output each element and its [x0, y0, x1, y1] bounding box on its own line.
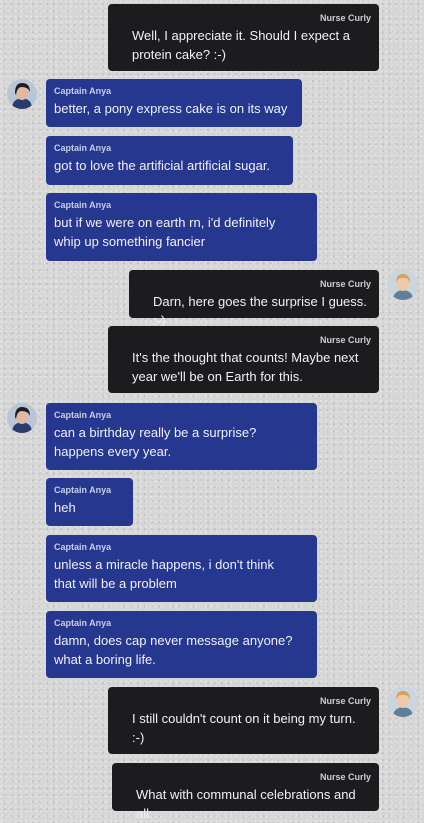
message-text: unless a miracle happens, i don't think …: [54, 557, 274, 591]
chat-message: Captain Anya unless a miracle happens, i…: [46, 535, 317, 602]
message-text: can a birthday really be a surprise? hap…: [54, 425, 257, 459]
message-text: but if we were on earth rn, i'd definite…: [54, 215, 276, 249]
chat-message: Nurse Curly Darn, here goes the surprise…: [129, 270, 379, 328]
message-sender: Nurse Curly: [319, 335, 371, 345]
message-sender: Captain Anya: [54, 618, 112, 628]
message-sender: Captain Anya: [54, 542, 112, 552]
captain-anya-avatar: [7, 403, 37, 433]
message-sender: Captain Anya: [54, 485, 112, 495]
chat-message: Captain Anya better, a pony express cake…: [46, 79, 302, 127]
chat-message: Nurse Curly Well, I appreciate it. Shoul…: [108, 4, 379, 71]
message-sender: Captain Anya: [54, 410, 112, 420]
message-text: I still couldn't count on it being my tu…: [132, 711, 356, 745]
message-text: Darn, here goes the surprise I guess. :-…: [153, 294, 367, 328]
message-sender: Nurse Curly: [319, 13, 371, 23]
nurse-curly-avatar: [388, 270, 418, 300]
message-sender: Captain Anya: [54, 200, 112, 210]
chat-message: Nurse Curly I still couldn't count on it…: [108, 687, 379, 754]
message-sender: Captain Anya: [54, 86, 112, 96]
message-text: heh: [54, 500, 76, 515]
message-sender: Nurse Curly: [319, 772, 371, 782]
message-text: It's the thought that counts! Maybe next…: [132, 350, 359, 384]
chat-message: Captain Anya got to love the artificial …: [46, 136, 293, 185]
nurse-curly-avatar: [388, 687, 418, 717]
message-text: got to love the artificial artificial su…: [54, 158, 271, 173]
message-text: What with communal celebrations and all.: [136, 787, 356, 821]
chat-message: Captain Anya damn, does cap never messag…: [46, 611, 317, 678]
chat-message: Captain Anya but if we were on earth rn,…: [46, 193, 317, 261]
message-text: better, a pony express cake is on its wa…: [54, 101, 288, 116]
chat-message: Captain Anya heh: [46, 478, 133, 526]
chat-message: Nurse Curly What with communal celebrati…: [112, 763, 379, 821]
message-text: Well, I appreciate it. Should I expect a…: [132, 28, 350, 62]
chat-message: Nurse Curly It's the thought that counts…: [108, 326, 379, 393]
message-sender: Nurse Curly: [319, 279, 371, 289]
captain-anya-avatar: [7, 79, 37, 109]
message-sender: Captain Anya: [54, 143, 112, 153]
message-text: damn, does cap never message anyone? wha…: [54, 633, 293, 667]
message-sender: Nurse Curly: [319, 696, 371, 706]
chat-message: Captain Anya can a birthday really be a …: [46, 403, 317, 470]
